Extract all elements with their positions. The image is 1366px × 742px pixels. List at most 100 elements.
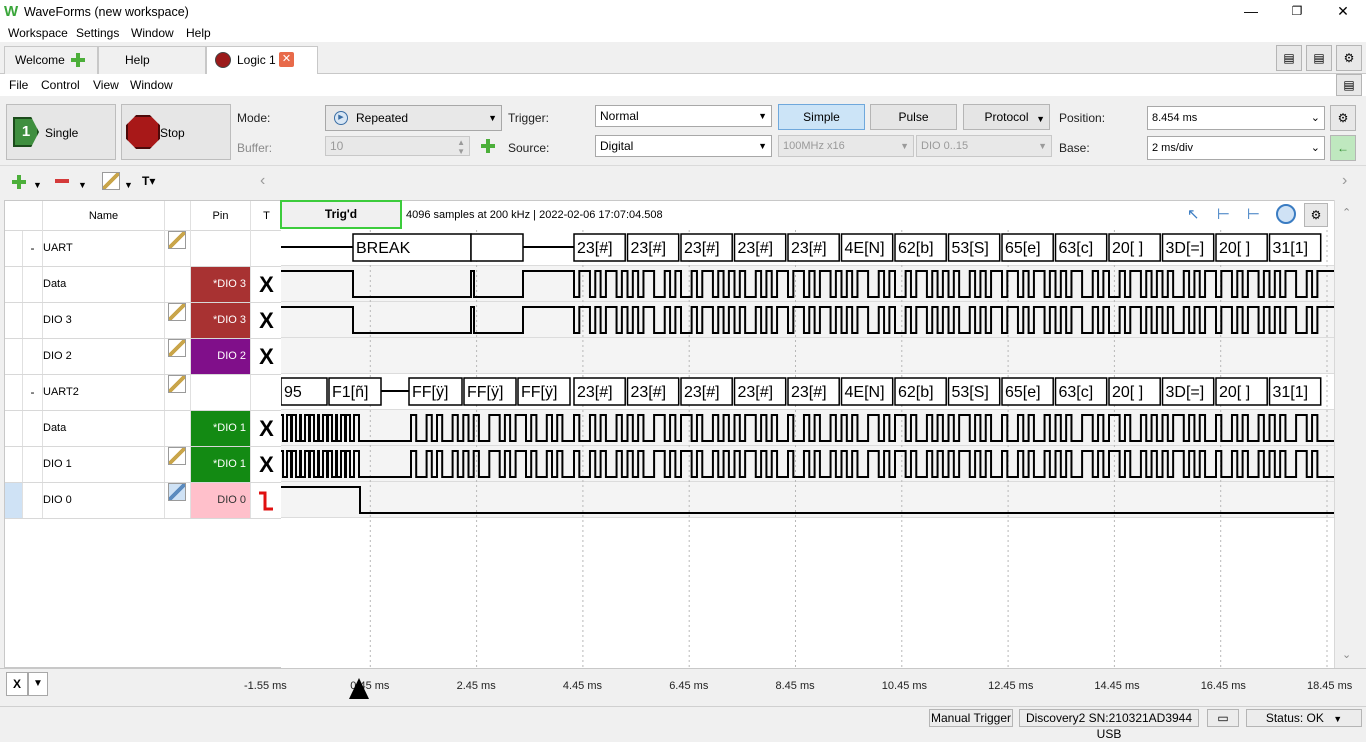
signal-row[interactable]: Data *DIO 1X xyxy=(5,411,282,447)
row-expander[interactable]: - xyxy=(23,231,43,266)
chevron-down-icon[interactable]: ▼ xyxy=(124,180,133,190)
menu-help[interactable]: Help xyxy=(186,26,211,40)
device-info[interactable]: Discovery2 SN:210321AD3944 USB xyxy=(1019,709,1199,741)
cursor-measure-icon[interactable]: ⊢ xyxy=(1247,205,1260,223)
edit-pencil-icon[interactable] xyxy=(168,339,186,357)
waveform-area[interactable]: BREAK 23[#] 23[#] 23[#] 23[#] 23[#] 4E[N] 62[b]… xyxy=(280,230,1334,668)
menu-file[interactable]: File xyxy=(9,78,28,92)
trigger-ignore-icon[interactable]: X xyxy=(251,339,282,374)
trigger-ignore-icon[interactable]: X xyxy=(251,303,282,338)
pin-cell[interactable]: *DIO 1 xyxy=(191,411,251,446)
trigger-ignore-icon[interactable]: X xyxy=(251,447,282,482)
pin-cell[interactable] xyxy=(191,231,251,266)
signal-row[interactable]: DIO 3 *DIO 3X xyxy=(5,303,282,339)
cursor-horizontal-icon[interactable]: ⊢ xyxy=(1217,205,1230,223)
pin-cell[interactable]: *DIO 3 xyxy=(191,267,251,302)
text-format-icon[interactable]: T▾ xyxy=(142,174,155,188)
source-select[interactable]: Digital ▼ xyxy=(595,135,772,157)
trigger-ignore-icon[interactable]: X xyxy=(251,411,282,446)
simple-trigger-button[interactable]: Simple xyxy=(778,104,865,130)
tab-welcome[interactable]: Welcome xyxy=(4,46,98,74)
buffer-spinbox[interactable]: 10 ▲ ▼ xyxy=(325,136,470,156)
row-expander[interactable] xyxy=(23,339,43,374)
scroll-up-icon[interactable]: ⌃ xyxy=(1342,206,1351,219)
waveform-plot[interactable]: BREAK 23[#] 23[#] 23[#] 23[#] 23[#] 4E[N] 62[b]… xyxy=(280,230,1334,668)
manual-trigger-button[interactable]: Manual Trigger xyxy=(929,709,1013,727)
stop-button[interactable]: Stop xyxy=(121,104,231,160)
single-button[interactable]: 1 Single xyxy=(6,104,116,160)
close-icon[interactable]: ✕ xyxy=(1320,0,1366,24)
zoom-magnifier-icon[interactable] xyxy=(1276,204,1296,224)
pin-cell[interactable]: DIO 0 xyxy=(191,483,251,518)
edit-pencil-icon[interactable] xyxy=(168,483,186,501)
axis-x-button[interactable]: X xyxy=(6,672,28,696)
pin-cell[interactable]: *DIO 3 xyxy=(191,303,251,338)
axis-dropdown-icon[interactable]: ▼ xyxy=(28,672,48,696)
row-selector[interactable] xyxy=(5,231,23,266)
add-tab-icon[interactable] xyxy=(69,51,87,69)
scroll-right-icon[interactable]: › xyxy=(1342,172,1347,190)
maximize-icon[interactable]: ❐ xyxy=(1274,0,1320,24)
column-name[interactable]: Name xyxy=(43,201,165,231)
cursor-pointer-icon[interactable]: ↖ xyxy=(1187,205,1200,223)
buffer-add-icon[interactable] xyxy=(479,137,497,155)
remove-signal-icon[interactable] xyxy=(55,179,69,183)
edit-pencil-icon[interactable] xyxy=(168,231,186,249)
column-pin[interactable]: Pin xyxy=(191,201,251,231)
row-expander[interactable] xyxy=(23,267,43,302)
chevron-down-icon[interactable]: ▼ xyxy=(78,180,87,190)
signal-row[interactable]: Data *DIO 3X xyxy=(5,267,282,303)
row-selector[interactable] xyxy=(5,411,23,446)
tab-logic-1[interactable]: Logic 1 ✕ xyxy=(206,46,318,74)
protocol-trigger-button[interactable]: Protocol ▼ xyxy=(963,104,1050,130)
signal-row[interactable]: - UART xyxy=(5,231,282,267)
scroll-down-icon[interactable]: ⌄ xyxy=(1342,648,1351,661)
row-expander[interactable] xyxy=(23,303,43,338)
column-trigger[interactable]: T xyxy=(251,201,282,231)
sample-rate-select[interactable]: 100MHz x16 ▼ xyxy=(778,135,914,157)
falling-edge-icon[interactable] xyxy=(251,483,282,518)
split-view-icon[interactable]: ▤ xyxy=(1306,45,1332,71)
edit-pencil-icon[interactable] xyxy=(168,447,186,465)
row-selector[interactable] xyxy=(5,483,23,518)
row-selector[interactable] xyxy=(5,339,23,374)
minimize-icon[interactable]: — xyxy=(1228,0,1274,24)
edit-pencil-icon[interactable] xyxy=(168,375,186,393)
menu-settings[interactable]: Settings xyxy=(76,26,119,40)
menu-logic-window[interactable]: Window xyxy=(130,78,173,92)
chevron-down-icon[interactable]: ▼ xyxy=(33,180,42,190)
trigger-cell[interactable] xyxy=(251,231,282,266)
status-indicator[interactable]: Status: OK ▼ xyxy=(1246,709,1362,727)
row-expander[interactable] xyxy=(23,483,43,518)
trigger-select[interactable]: Normal ▼ xyxy=(595,105,772,127)
dio-range-select[interactable]: DIO 0..15 ▼ xyxy=(916,135,1052,157)
menu-window[interactable]: Window xyxy=(131,26,174,40)
signal-row[interactable]: DIO 2 DIO 2X xyxy=(5,339,282,375)
trigger-position-marker[interactable] xyxy=(349,678,369,699)
row-expander[interactable]: - xyxy=(23,375,43,410)
menu-view[interactable]: View xyxy=(93,78,119,92)
time-settings-gear-icon[interactable]: ⚙ xyxy=(1330,105,1356,131)
wave-settings-gear-icon[interactable]: ⚙ xyxy=(1304,203,1328,227)
row-expander[interactable] xyxy=(23,447,43,482)
signal-row[interactable]: DIO 1 *DIO 1X xyxy=(5,447,282,483)
pin-cell[interactable]: DIO 2 xyxy=(191,339,251,374)
trigger-ignore-icon[interactable]: X xyxy=(251,267,282,302)
row-selector[interactable] xyxy=(5,303,23,338)
menu-workspace[interactable]: Workspace xyxy=(8,26,68,40)
device-link-icon[interactable]: ▭ xyxy=(1207,709,1239,727)
vertical-scrollbar[interactable]: ⌃ ⌄ xyxy=(1334,200,1360,668)
mode-select[interactable]: ▶ Repeated ▼ xyxy=(325,105,502,131)
dock-icon[interactable]: ▤ xyxy=(1336,74,1362,96)
add-signal-icon[interactable] xyxy=(10,173,28,191)
settings-gear-icon[interactable]: ⚙ xyxy=(1336,45,1362,71)
scroll-left-icon[interactable]: ‹ xyxy=(260,172,265,190)
pulse-trigger-button[interactable]: Pulse xyxy=(870,104,957,130)
menu-control[interactable]: Control xyxy=(41,78,80,92)
row-selector[interactable] xyxy=(5,267,23,302)
signal-row[interactable]: DIO 0 DIO 0 xyxy=(5,483,282,519)
pin-cell[interactable] xyxy=(191,375,251,410)
edit-pencil-icon[interactable] xyxy=(102,172,120,190)
pin-cell[interactable]: *DIO 1 xyxy=(191,447,251,482)
position-input[interactable]: 8.454 ms ⌄ xyxy=(1147,106,1325,130)
